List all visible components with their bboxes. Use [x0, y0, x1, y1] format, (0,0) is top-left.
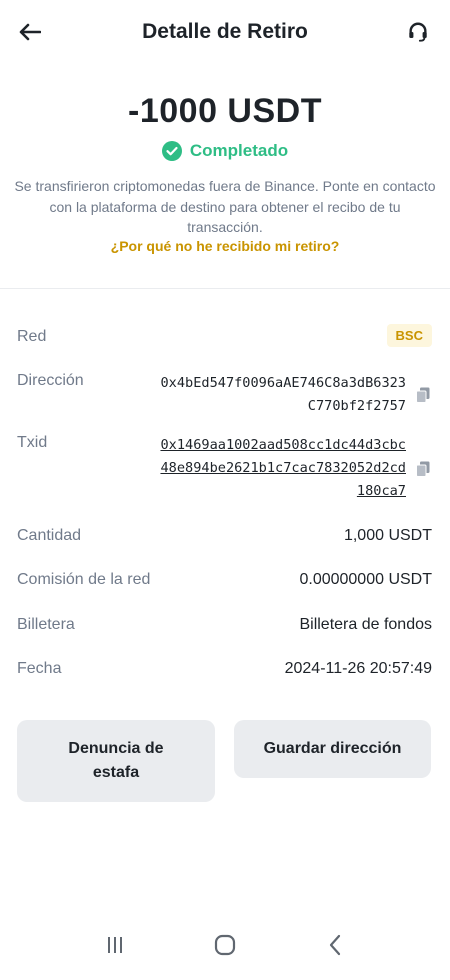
status-row: Completado [0, 141, 450, 161]
wallet-row: Billetera Billetera de fondos [17, 616, 432, 640]
txid-label: Txid [17, 434, 48, 451]
date-row: Fecha 2024-11-26 20:57:49 [17, 660, 432, 684]
support-button[interactable] [402, 16, 434, 48]
system-nav-bar [0, 910, 450, 980]
address-value: 0x4bEd547f0096aAE746C8a3dB6323C770bf2f27… [160, 375, 406, 414]
quantity-value: 1,000 USDT [343, 527, 432, 544]
nav-back-button[interactable] [315, 925, 355, 965]
address-row: Dirección 0x4bEd547f0096aAE746C8a3dB6323… [17, 372, 432, 420]
section-divider [0, 288, 450, 289]
network-badge: BSC [386, 324, 432, 347]
txid-link[interactable]: 0x1469aa1002aad508cc1dc44d3cbc48e894be26… [156, 434, 406, 503]
save-address-button[interactable]: Guardar dirección [234, 720, 431, 778]
txid-value-group: 0x1469aa1002aad508cc1dc44d3cbc48e894be26… [156, 434, 432, 503]
address-value-group: 0x4bEd547f0096aAE746C8a3dB6323C770bf2f27… [156, 372, 432, 418]
network-label: Red [17, 328, 47, 345]
chevron-left-icon [329, 934, 341, 956]
date-value: 2024-11-26 20:57:49 [284, 660, 432, 677]
check-circle-icon [161, 141, 182, 161]
quantity-label: Cantidad [17, 527, 82, 544]
address-label: Dirección [17, 372, 84, 389]
headset-icon [409, 22, 427, 42]
transfer-description: Se transfirieron criptomonedas fuera de … [14, 178, 436, 235]
network-fee-label: Comisión de la red [17, 571, 151, 588]
copy-txid-button[interactable] [414, 460, 432, 478]
page-title: Detalle de Retiro [142, 20, 308, 43]
why-not-received-link[interactable]: ¿Por qué no he recibido mi retiro? [0, 238, 450, 254]
network-fee-row: Comisión de la red 0.00000000 USDT [17, 571, 432, 595]
wallet-label: Billetera [17, 616, 75, 633]
top-bar: Detalle de Retiro [0, 0, 450, 64]
status-text: Completado [189, 141, 289, 160]
network-fee-value: 0.00000000 USDT [299, 571, 432, 588]
nav-home-button[interactable] [205, 925, 245, 965]
copy-address-button[interactable] [414, 386, 432, 404]
quantity-row: Cantidad 1,000 USDT [17, 527, 432, 551]
copy-icon [416, 387, 430, 403]
report-scam-button[interactable]: Denuncia de estafa [17, 720, 215, 802]
recent-apps-icon [108, 937, 122, 953]
txid-row: Txid 0x1469aa1002aad508cc1dc44d3cbc48e89… [17, 434, 432, 504]
nav-recent-apps-button[interactable] [95, 925, 135, 965]
copy-icon [416, 461, 430, 477]
home-icon [214, 934, 236, 956]
wallet-value: Billetera de fondos [299, 616, 432, 633]
date-label: Fecha [17, 660, 62, 677]
network-row: Red BSC [17, 324, 432, 352]
withdrawal-amount: -1000 USDT [128, 92, 322, 130]
